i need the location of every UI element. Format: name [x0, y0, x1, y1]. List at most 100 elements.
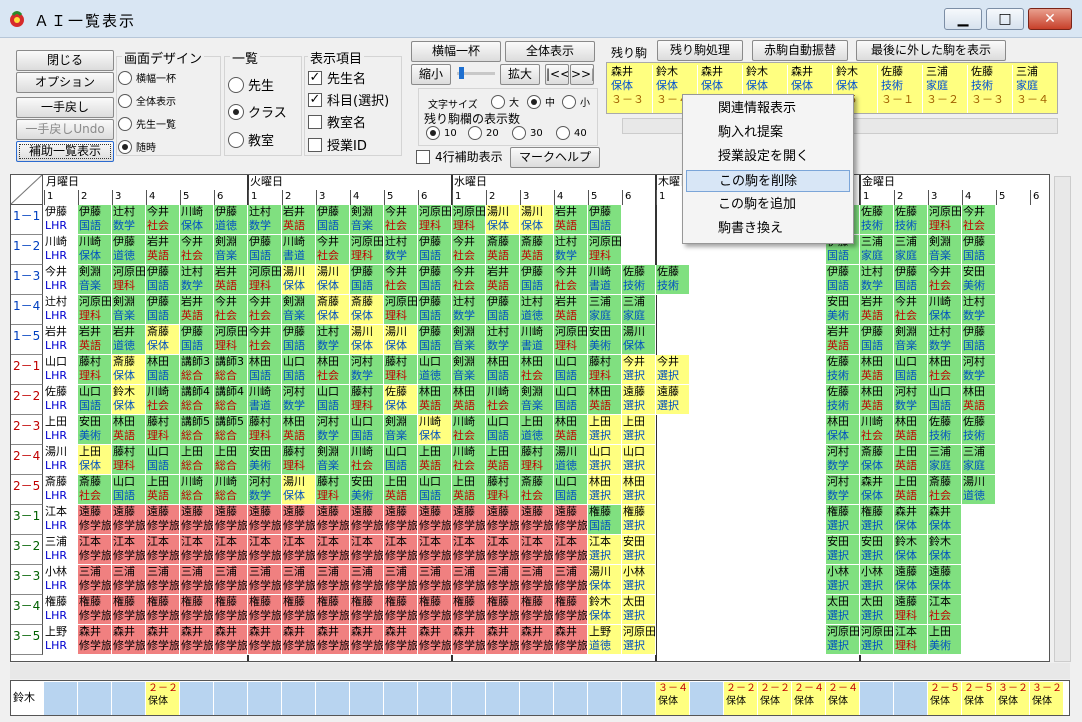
timetable-cell[interactable]: 藤村 理科	[316, 475, 350, 505]
timetable-cell[interactable]: 川崎 社会	[452, 415, 486, 445]
design-option-0[interactable]: 横幅一杯	[118, 70, 176, 85]
timetable-cell[interactable]: 権藤 修学旅	[248, 595, 282, 625]
red-auto-button[interactable]: 赤駒自動振替	[752, 40, 848, 61]
timetable-cell[interactable]: 湯川 道徳	[554, 445, 588, 475]
timetable-cell[interactable]: 伊藤国語	[282, 325, 316, 355]
timetable-cell[interactable]: 剣淵 音楽	[928, 235, 962, 265]
timetable-cell[interactable]: 今井 社会	[248, 325, 282, 355]
timetable-cell[interactable]: 安田 美術	[962, 265, 996, 295]
remain-piece[interactable]: 佐藤 技術 ３－１	[879, 65, 923, 113]
timetable-cell[interactable]: 三浦 家庭	[928, 445, 962, 475]
timetable-cell[interactable]: 川崎 社会	[350, 445, 384, 475]
timetable-cell[interactable]: 斎藤 英語	[486, 235, 520, 265]
timetable-cell[interactable]: 今井 社会	[962, 205, 996, 235]
font-medium[interactable]: 中	[527, 94, 555, 109]
timetable-cell[interactable]: 鈴木 保体	[588, 595, 622, 625]
timetable-cell[interactable]: 江本 修学旅	[146, 535, 180, 565]
timetable-cell[interactable]: 林田 国語	[248, 355, 282, 385]
timetable-cell[interactable]: 河原田 選択	[622, 625, 656, 655]
close-button[interactable]: 閉じる	[16, 50, 114, 71]
timetable-cell[interactable]: 伊藤国語	[248, 235, 282, 265]
bottom-slot[interactable]	[248, 682, 282, 715]
list-option-class[interactable]: クラス	[228, 102, 287, 121]
display-check-room[interactable]: 教室名	[308, 112, 366, 131]
timetable-cell[interactable]: 森井 修学旅	[350, 625, 384, 655]
timetable-cell[interactable]: 藤村 理科	[112, 445, 146, 475]
timetable-cell[interactable]: 辻村 LHR	[44, 295, 78, 325]
class-row-label[interactable]: 2－2	[11, 385, 43, 415]
timetable-cell[interactable]: 剣淵 音楽	[384, 415, 418, 445]
timetable-cell[interactable]: 遠藤 修学旅	[554, 505, 588, 535]
timetable-cell[interactable]: 河村 数学	[350, 355, 384, 385]
timetable-cell[interactable]: 河村 数学	[962, 355, 996, 385]
timetable-cell[interactable]: 岩井 道徳	[112, 325, 146, 355]
timetable-cell[interactable]: 権藤 修学旅	[214, 595, 248, 625]
bottom-piece[interactable]: ２－４ 保体	[792, 682, 826, 715]
timetable-cell[interactable]: 河原田 理科	[384, 295, 418, 325]
timetable-cell[interactable]: 三浦 修学旅	[418, 565, 452, 595]
timetable-cell[interactable]: 講師4 総合	[180, 385, 214, 415]
timetable-cell[interactable]: 斎藤 保体	[350, 295, 384, 325]
context-menu-item[interactable]: この駒を追加	[686, 194, 850, 216]
timetable-cell[interactable]: 小林 選択	[860, 565, 894, 595]
timetable-cell[interactable]: 山口 国語	[928, 385, 962, 415]
timetable-cell[interactable]: 河原田 理科	[418, 205, 452, 235]
timetable-cell[interactable]: 森井 修学旅	[78, 625, 112, 655]
timetable-cell[interactable]: 佐藤 技術	[656, 265, 690, 295]
timetable-cell[interactable]: 伊藤 道徳	[112, 235, 146, 265]
timetable-cell[interactable]: 小林 選択	[826, 565, 860, 595]
timetable-cell[interactable]: 三浦 LHR	[44, 535, 78, 565]
timetable-cell[interactable]: 遠藤 修学旅	[146, 505, 180, 535]
timetable-cell[interactable]: 伊藤国語	[894, 265, 928, 295]
timetable-cell[interactable]: 川崎 社会	[452, 445, 486, 475]
timetable-cell[interactable]: 今井 LHR	[44, 265, 78, 295]
four-row-check[interactable]: 4行補助表示	[416, 148, 503, 165]
timetable-cell[interactable]: 権藤 修学旅	[520, 595, 554, 625]
timetable-cell[interactable]: 森井 修学旅	[520, 625, 554, 655]
class-row-label[interactable]: 3－1	[11, 505, 43, 535]
timetable-cell[interactable]: 剣淵 音楽	[112, 295, 146, 325]
class-row-label[interactable]: 3－4	[11, 595, 43, 625]
timetable-cell[interactable]: 遠藤 修学旅	[180, 505, 214, 535]
timetable-cell[interactable]: 権藤 LHR	[44, 595, 78, 625]
timetable-cell[interactable]: 安田 選択	[860, 535, 894, 565]
timetable-cell[interactable]: 森井 修学旅	[180, 625, 214, 655]
timetable-cell[interactable]: 岩井 英語	[554, 295, 588, 325]
timetable-cell[interactable]: 江本 修学旅	[180, 535, 214, 565]
bottom-slot[interactable]	[282, 682, 316, 715]
option-button[interactable]: オプション	[16, 72, 114, 93]
timetable-cell[interactable]: 河村 数学	[282, 385, 316, 415]
timetable-cell[interactable]: 林田 英語	[282, 415, 316, 445]
timetable-cell[interactable]: 佐藤 技術	[622, 265, 656, 295]
timetable-cell[interactable]: 権藤 選択	[860, 505, 894, 535]
timetable-cell[interactable]: 森井 修学旅	[248, 625, 282, 655]
remain-piece[interactable]: 三浦 家庭 ３－４	[1014, 65, 1057, 113]
timetable-cell[interactable]: 川崎 保体	[928, 295, 962, 325]
remain-piece[interactable]: 森井 保体 ３－３	[609, 65, 653, 113]
timetable-cell[interactable]: 江本 選択	[588, 535, 622, 565]
timetable-cell[interactable]: 安田 選択	[826, 535, 860, 565]
context-menu-item[interactable]: 授業設定を開く	[686, 146, 850, 168]
timetable-cell[interactable]: 江本 修学旅	[316, 535, 350, 565]
timetable-cell[interactable]: 川崎 社会	[146, 385, 180, 415]
timetable-cell[interactable]: 川崎 保体	[78, 235, 112, 265]
timetable-cell[interactable]: 江本 修学旅	[520, 535, 554, 565]
timetable-cell[interactable]: 森井 修学旅	[282, 625, 316, 655]
timetable-cell[interactable]: 上田 道徳	[520, 415, 554, 445]
font-large[interactable]: 大	[491, 94, 519, 109]
expand-button[interactable]: 拡大	[500, 64, 540, 85]
timetable-cell[interactable]: 山口 LHR	[44, 355, 78, 385]
timetable-cell[interactable]: 岩井 英語	[554, 205, 588, 235]
bottom-slot[interactable]	[554, 682, 588, 715]
timetable-cell[interactable]: 江本 LHR	[44, 505, 78, 535]
bottom-slot[interactable]	[350, 682, 384, 715]
timetable-cell[interactable]: 三浦 家庭	[860, 235, 894, 265]
timetable-cell[interactable]: 遠藤 修学旅	[350, 505, 384, 535]
timetable-cell[interactable]: 藤村 理科	[146, 415, 180, 445]
timetable-cell[interactable]: 辻村数学	[112, 205, 146, 235]
assist-list-button[interactable]: 補助一覧表示	[16, 141, 114, 162]
timetable-cell[interactable]: 遠藤 修学旅	[384, 505, 418, 535]
timetable-cell[interactable]: 斎藤 LHR	[44, 475, 78, 505]
timetable-cell[interactable]: 林田 選択	[588, 475, 622, 505]
timetable-cell[interactable]: 森井 修学旅	[146, 625, 180, 655]
